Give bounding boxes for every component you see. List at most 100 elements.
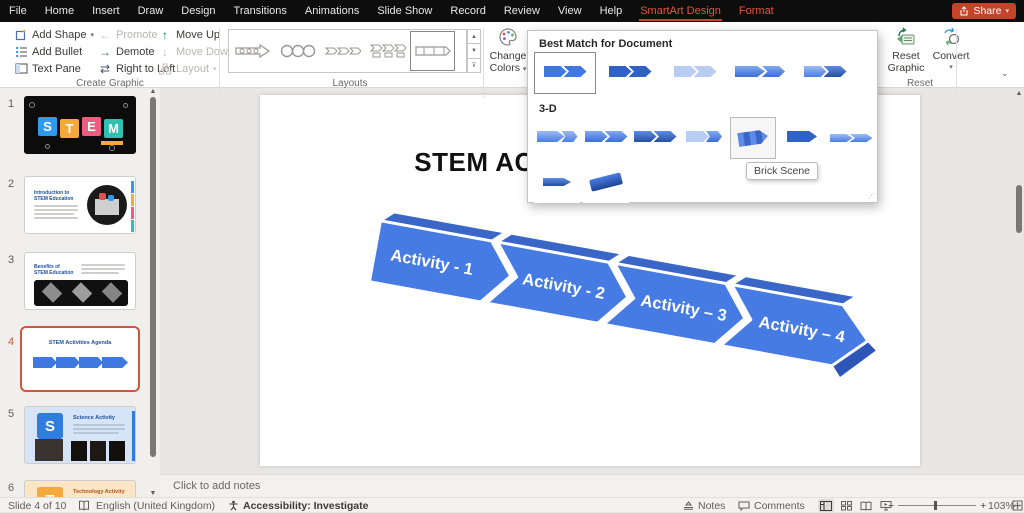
spellcheck-book-icon[interactable] [78, 498, 90, 513]
thumb-title: Introduction to STEM Education [34, 190, 82, 202]
collapse-ribbon-icon[interactable]: ⌄ [1001, 68, 1009, 79]
puzzle-letter-t: T [60, 119, 79, 138]
promote-button[interactable]: ← Promote [98, 26, 158, 43]
style-thumb-brick-scene[interactable] [730, 117, 776, 159]
doodle-icon [109, 145, 115, 151]
zoom-level[interactable]: 103% [988, 498, 1015, 513]
style-thumb-flat-scene[interactable] [779, 117, 825, 159]
panel-resize-handle[interactable]: ⋰ [868, 194, 874, 200]
style-thumb-metallic-scene[interactable] [828, 117, 874, 159]
convert-label: Convert [933, 50, 970, 62]
process-diagram[interactable]: Activity - 1 Activity - 2 Activity – 3 A… [360, 207, 895, 428]
scrollbar-thumb[interactable] [150, 97, 156, 457]
add-shape-button[interactable]: Add Shape ▾ [14, 26, 94, 43]
create-graphic-group-label: Create Graphic [40, 78, 180, 89]
style-thumb-powder[interactable] [681, 117, 727, 159]
layout-button[interactable]: Layout ▾ [158, 60, 217, 77]
reset-graphic-button[interactable]: Reset Graphic [884, 27, 928, 74]
mini-chevron-4 [102, 357, 128, 368]
style-thumb-inset[interactable] [583, 117, 629, 159]
zoom-out-button[interactable]: − [888, 500, 894, 512]
style-thumb-polished[interactable] [534, 117, 580, 159]
layout-thumb-5-selected[interactable] [410, 31, 455, 71]
change-colors-button[interactable]: Change Colors ▾ [488, 27, 528, 76]
menu-design[interactable]: Design [172, 0, 224, 22]
text-pane-button[interactable]: Text Pane [14, 60, 81, 77]
mini-chevron-2 [56, 357, 80, 368]
slide-5-thumbnail[interactable]: S Science Activity [24, 406, 136, 464]
accessibility-status[interactable]: Accessibility: Investigate [243, 498, 368, 513]
layout-thumb-3[interactable] [320, 31, 365, 71]
scroll-up-icon[interactable]: ▲ [149, 88, 157, 95]
promote-icon: ← [98, 28, 112, 42]
menu-help[interactable]: Help [591, 0, 632, 22]
thumb-photo [71, 441, 87, 461]
zoom-slider[interactable] [898, 505, 976, 506]
demote-label: Demote [116, 46, 155, 58]
gallery-down-button[interactable]: ▼ [467, 44, 481, 58]
slide-4-thumbnail-selected[interactable]: STEM Activities Agenda [20, 326, 140, 392]
style-thumb-intense-effect[interactable] [794, 52, 856, 94]
gallery-up-button[interactable]: ▲ [467, 29, 481, 44]
scrollbar-thumb[interactable] [1016, 185, 1022, 233]
gallery-more-button[interactable]: ⊽ [467, 59, 481, 73]
convert-button[interactable]: Convert ▾ [930, 27, 972, 74]
layout-thumb-1[interactable] [230, 31, 275, 71]
share-caret-icon: ▾ [1005, 7, 1009, 15]
menu-home[interactable]: Home [36, 0, 83, 22]
slide-1-thumbnail[interactable]: S T E M [24, 96, 136, 154]
scroll-down-icon[interactable]: ▼ [149, 490, 157, 497]
slide-6-thumbnail[interactable]: T Technology Activity [24, 480, 136, 497]
slide-6-number: 6 [8, 482, 14, 494]
comments-toggle[interactable]: Comments [738, 498, 805, 513]
text-pane-icon [14, 62, 28, 76]
slide-3-thumbnail[interactable]: Benefits of STEM Education [24, 252, 136, 310]
layout-label: Layout [176, 63, 209, 75]
layout-thumb-2[interactable] [275, 31, 320, 71]
view-buttons [818, 498, 894, 513]
canvas-scrollbar[interactable]: ▲ [1014, 88, 1024, 474]
thumbnail-panel-scrollbar[interactable]: ▲ ▼ [148, 88, 158, 497]
slide-indicator: Slide 4 of 10 [8, 498, 66, 513]
notes-pane[interactable]: Click to add notes [160, 474, 1024, 497]
move-down-label: Move Down [176, 46, 234, 58]
language-indicator[interactable]: English (United Kingdom) [96, 498, 215, 513]
menu-view[interactable]: View [549, 0, 591, 22]
menu-animations[interactable]: Animations [296, 0, 368, 22]
style-thumb-sunset-scene[interactable] [534, 161, 580, 203]
style-thumb-white-outline[interactable] [599, 52, 661, 94]
layout-thumb-4[interactable] [365, 31, 410, 71]
notes-toggle[interactable]: Notes [683, 498, 725, 513]
style-thumb-birds-eye-scene[interactable] [583, 161, 629, 203]
style-thumb-moderate-effect[interactable] [729, 52, 791, 94]
menu-insert[interactable]: Insert [83, 0, 129, 22]
slide-sorter-view-button[interactable] [838, 499, 854, 512]
reading-view-button[interactable] [858, 499, 874, 512]
menu-file[interactable]: File [0, 0, 36, 22]
menu-slide-show[interactable]: Slide Show [368, 0, 441, 22]
thumb-title: Technology Activity [73, 489, 131, 495]
move-up-button[interactable]: ↑ Move Up [158, 26, 220, 43]
add-bullet-button[interactable]: Add Bullet [14, 43, 82, 60]
zoom-in-button[interactable]: + [980, 500, 986, 512]
move-down-button[interactable]: ↓ Move Down [158, 43, 234, 60]
normal-view-button[interactable] [818, 499, 834, 512]
reset-graphic-label: Reset Graphic [884, 50, 928, 74]
share-button[interactable]: Share ▾ [952, 3, 1016, 19]
menu-transitions[interactable]: Transitions [225, 0, 296, 22]
puzzle-letter-s-big: S [37, 413, 63, 439]
style-thumb-simple-fill-selected[interactable] [534, 52, 596, 94]
tab-smartart-design[interactable]: SmartArt Design [631, 0, 730, 22]
scroll-up-icon[interactable]: ▲ [1015, 90, 1023, 97]
menu-review[interactable]: Review [495, 0, 549, 22]
menu-record[interactable]: Record [441, 0, 494, 22]
style-thumb-subtle-effect[interactable] [664, 52, 726, 94]
zoom-slider-thumb[interactable] [934, 501, 937, 510]
threed-row-1 [534, 117, 874, 159]
slide-2-thumbnail[interactable]: Introduction to STEM Education [24, 176, 136, 234]
tab-format[interactable]: Format [730, 0, 783, 22]
style-thumb-cartoon[interactable] [632, 117, 678, 159]
fit-slide-button[interactable] [1012, 498, 1023, 513]
demote-button[interactable]: → Demote [98, 43, 155, 60]
menu-draw[interactable]: Draw [129, 0, 173, 22]
